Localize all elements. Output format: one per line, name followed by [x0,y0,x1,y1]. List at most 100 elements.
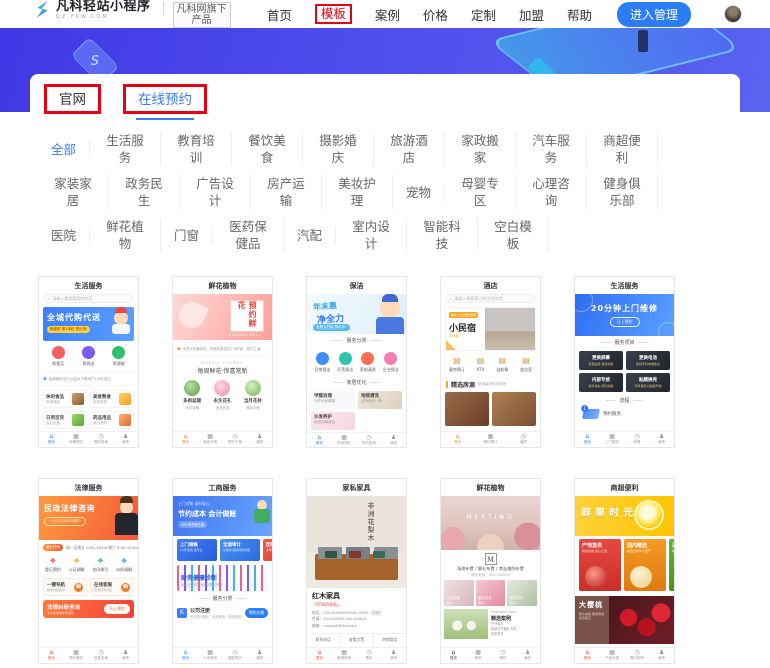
process-step-icon [582,409,600,419]
thumb-title: 家私家具 [307,479,406,496]
bedroom-photo [485,308,535,350]
category-item[interactable]: 房产运输 [251,175,322,209]
care-tile: 地毯清洗洁净焕然一新 [358,391,402,409]
flower-product: 多肉盆栽迷你绿植 [183,380,201,411]
tabbar-item: 首页 [575,650,600,660]
template-card-legal[interactable]: 法律服务 民政法律咨询 一站式法律咨询预约 营业时间周一至周五 9:00-18:… [38,478,139,664]
section-title: 家居优化 [309,379,404,386]
nav-item-join[interactable]: 加盟 [519,5,544,24]
thumb-banner: 精选 大自然民宿群 小民宿 ¥24起 [445,307,536,351]
care-tile: 甲醛治理守护全家健康 [311,391,355,409]
product-row: 美食熟食优质推荐 [90,390,134,408]
thumb-tabbar: 首页师傅预约预约查询我的 [39,431,138,447]
category-item[interactable]: 生活服务 [90,132,161,166]
fruit-tile: 产地直供新鲜采摘 放心之选 [579,539,621,591]
nav-item-custom[interactable]: 定制 [471,5,496,24]
thumb-title: 鲜花植物 [441,479,540,496]
user-avatar[interactable] [724,5,742,23]
category-item[interactable]: 宠物 [393,184,445,201]
legal-icon: ❖纠纷调解 [116,558,132,573]
tabbar-item: 首页 [307,650,332,660]
tabbar-item: 预约 [357,650,382,660]
cherry-banner: 大樱桃颗大味美 果肉饱满 迷恋爽口 [575,596,674,644]
category-item[interactable]: 心理咨询 [516,175,587,209]
category-item[interactable]: 健身俱乐部 [587,175,658,209]
thumb-title: 商超便利 [575,479,674,496]
nav-item-help[interactable]: 帮助 [567,5,592,24]
template-card-grocery[interactable]: 商超便利 鲜果时光 产地直供新鲜采摘 放心之选国内精选精选当季时令国产进口精选精… [574,478,675,664]
logo-divider [163,2,164,15]
tab-online-booking[interactable]: 在线预约 [138,92,192,108]
category-item[interactable]: 鲜花植物 [90,218,161,252]
tabbar-item: 我的 [507,434,540,444]
category-item[interactable]: 汽车服务 [516,132,587,166]
repair-service-tiles: 更换屏幕原装品质 焕然如新更换电池告别手机电量焦虑内部专修技术领先 修旧如新贴膜… [575,349,674,394]
template-card-flowers[interactable]: 鲜花植物 预约鲜花 FLOWER SHOP ◈会员9月福利日，全场花束低至7.5… [172,276,273,448]
category-item[interactable]: 广告设计 [180,175,251,209]
template-type-tabs: 官网 在线预约 [38,84,732,120]
category-item[interactable]: 医院 [38,227,90,244]
triangle-deco [446,340,456,350]
thumb-title: 法律服务 [39,479,138,496]
category-item[interactable]: 医药保健品 [213,218,284,252]
tabbar-item: 首页 [441,650,466,660]
main-nav: 首页 模板 案例 价格 定制 加盟 帮助 进入管理 [267,2,742,27]
case-photo [444,609,488,639]
category-item[interactable]: 摄影婚庆 [303,132,374,166]
tabbar-item: 师傅 [625,434,650,444]
thumb-banner: 鲜果时光 [575,496,674,536]
flower-category: 婚礼花艺预约 > [476,580,506,606]
category-item[interactable]: 美妆护理 [322,175,393,209]
brand-logo[interactable]: 凡科轻站小程序 QZ.FKW.COM 凡科网旗下产品 [34,0,231,28]
thumb-tabbar: 首页预约预订我的 [441,431,540,447]
category-item[interactable]: 商超便利 [587,132,658,166]
booking-phone: 预约电话：020-000000 [441,573,540,578]
lawyer-illustration [120,501,133,514]
category-item[interactable]: 空白模板 [478,218,549,252]
category-item[interactable]: 汽配 [284,227,336,244]
template-grid: 生活服务 ⌕请输入需要搜索的内容 全城代购代送 跑腿费 第2单起 更优惠! 帮我… [38,262,732,664]
action-icon: 帮我送 [82,346,95,367]
category-item[interactable]: 家政搬家 [445,132,516,166]
template-card-wedding-flowers[interactable]: 鲜花植物 MEETING M 场地布置 / 婚礼布置 / 商业美陈布置 预约电话… [440,478,541,664]
featured-case: Featured Case 精选案例 户外婚礼浪漫花艺婚礼专属查看更多 [441,606,540,642]
category-item[interactable]: 门窗 [161,227,213,244]
category-item[interactable]: 家装家居 [38,175,109,209]
category-item[interactable]: 旅游酒店 [374,132,445,166]
category-item[interactable]: 餐饮美食 [232,132,303,166]
tabbar-item: 预约服务 [64,650,89,660]
fruit-photo [630,566,652,588]
tab-site[interactable]: 官网 [59,92,86,108]
nav-item-home[interactable]: 首页 [267,5,292,24]
category-item[interactable]: 智能科技 [407,218,478,252]
contact-panels: 一键导航精准线路指引☎在线客服咨询高效对答☎ [39,578,138,596]
tabbar-item: 开单预约 [332,435,357,445]
studio-logo: M [485,553,497,565]
product-photo [72,393,84,405]
template-card-cleaning[interactable]: 保洁 年末惠 净全力 全屋大扫除 预约中! 服务分类 日常保洁开荒保洁家电清洗企… [306,276,407,448]
service-icon: 开荒保洁 [337,352,353,373]
category-item[interactable]: 教育培训 [161,132,232,166]
template-card-furniture[interactable]: 家私家具 非洲花梨木 红木家具 「FENSA家私」 电话：020-0000000… [306,478,407,664]
quick-link: 热销商品 [374,634,406,646]
annotation-box-site-tab: 官网 [44,84,101,114]
category-item[interactable]: 母婴专区 [445,175,516,209]
hotel-icon: ▤KTV [477,357,485,373]
template-card-life-delivery[interactable]: 生活服务 ⌕请输入需要搜索的内容 全城代购代送 跑腿费 第2单起 更优惠! 帮我… [38,276,139,448]
nav-item-templates-annotated[interactable]: 模板 [315,4,352,24]
cleaner-illustration [380,298,400,318]
tabbar-item: 首页 [441,434,474,444]
quick-link: 联系电话 [307,634,340,646]
nav-item-pricing[interactable]: 价格 [423,5,448,24]
tabbar-item: 商品分类 [198,434,223,444]
app-title: 凡科轻站小程序 [56,0,151,13]
nav-item-cases[interactable]: 案例 [375,5,400,24]
fruit-tiles: 产地直供新鲜采摘 放心之选国内精选精选当季时令国产进口精选精选全球进口好果 [575,536,674,594]
enter-admin-button[interactable]: 进入管理 [617,2,691,27]
template-card-business[interactable]: 工商服务 上门对账 省时省心 节约成本 会计做账 4月1号节税方案 上门做账30… [172,478,273,664]
category-item[interactable]: 室内设计 [336,218,407,252]
category-item[interactable]: 政务民生 [109,175,180,209]
category-item[interactable]: 全部 [38,141,90,158]
template-card-phone-repair[interactable]: 生活服务 20分钟上门维修 马上预约 服务项目 更换屏幕原装品质 焕然如新更换电… [574,276,675,448]
template-card-hotel[interactable]: 酒店 ⌕请输入需要预订的民宿房型 精选 大自然民宿群 小民宿 ¥24起 ▤客房预… [440,276,541,448]
